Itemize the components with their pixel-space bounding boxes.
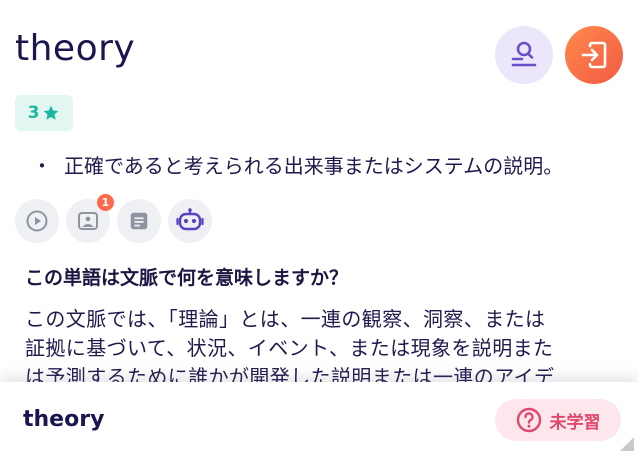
explanation-line: 証拠に基づいて、状況、イベント、または現象を説明また bbox=[25, 336, 554, 360]
bottom-bar: theory 未学習 bbox=[0, 382, 638, 455]
definition-bullet: ・ bbox=[32, 154, 52, 178]
image-badge: 1 bbox=[97, 194, 114, 211]
bottom-word-label: theory bbox=[23, 407, 105, 432]
resize-grip-icon[interactable] bbox=[620, 437, 634, 451]
notes-icon bbox=[130, 212, 148, 230]
ai-assistant-button[interactable] bbox=[168, 199, 212, 243]
question-icon bbox=[516, 407, 541, 433]
image-icon bbox=[78, 212, 98, 230]
explanation-line: この文脈では、「理論」とは、一連の観察、洞察、または bbox=[25, 307, 546, 331]
play-icon bbox=[26, 210, 48, 232]
definition-item: ・正確であると考えられる出来事またはシステムの説明。 bbox=[32, 150, 563, 179]
robot-icon bbox=[176, 208, 204, 231]
status-label: 未学習 bbox=[549, 412, 601, 433]
audio-button[interactable] bbox=[15, 199, 59, 243]
star-rating-badge: 3 bbox=[15, 95, 73, 131]
context-explanation: この文脈では、「理論」とは、一連の観察、洞察、または 証拠に基づいて、状況、イベ… bbox=[25, 305, 605, 392]
image-button[interactable]: 1 bbox=[66, 194, 114, 243]
lookup-button[interactable] bbox=[495, 26, 553, 84]
star-count: 3 bbox=[27, 103, 40, 123]
search-list-icon bbox=[511, 41, 537, 67]
notes-button[interactable] bbox=[117, 199, 161, 243]
learning-status-button[interactable]: 未学習 bbox=[495, 399, 621, 441]
exit-icon bbox=[581, 41, 607, 69]
definition-text: 正確であると考えられる出来事またはシステムの説明。 bbox=[64, 154, 564, 178]
context-question: この単語は文脈で何を意味しますか？ bbox=[25, 267, 349, 289]
star-icon bbox=[43, 105, 59, 120]
exit-button[interactable] bbox=[565, 26, 623, 84]
word-title: theory bbox=[15, 28, 136, 69]
